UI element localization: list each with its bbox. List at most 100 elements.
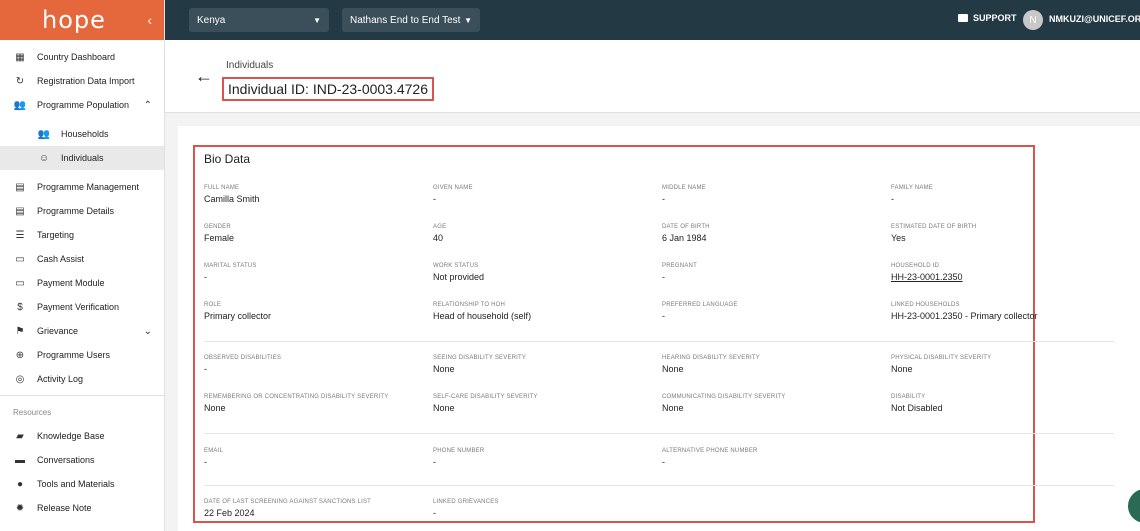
field-given-name: GIVEN NAME - xyxy=(433,185,653,204)
field-value: - xyxy=(204,457,207,467)
field-value: - xyxy=(204,272,207,282)
sidebar-item-registration-data-import[interactable]: ↻ Registration Data Import xyxy=(0,69,164,93)
back-arrow-icon[interactable]: ← xyxy=(195,66,213,87)
field-self-care-disability: SELF-CARE DISABILITY SEVERITY None xyxy=(433,394,653,413)
field-value: Camilla Smith xyxy=(204,194,260,204)
field-label: REMEMBERING OR CONCENTRATING DISABILITY … xyxy=(204,394,389,400)
sidebar-item-tools-and-materials[interactable]: ● Tools and Materials xyxy=(0,472,164,496)
individual-icon: ☺ xyxy=(38,152,50,164)
field-label: ESTIMATED DATE OF BIRTH xyxy=(891,224,977,230)
page-header: ← Individuals Individual ID: IND-23-0003… xyxy=(165,40,1140,113)
sidebar-item-programme-population[interactable]: 👥 Programme Population ⌃ xyxy=(0,93,164,117)
field-value: - xyxy=(662,311,665,321)
field-date-of-birth: DATE OF BIRTH 6 Jan 1984 xyxy=(662,224,882,243)
field-preferred-language: PREFERRED LANGUAGE - xyxy=(662,302,882,321)
info-icon: ● xyxy=(16,478,24,490)
sidebar-item-cash-assist[interactable]: ▭ Cash Assist xyxy=(0,247,164,271)
country-select[interactable]: Kenya ▼ xyxy=(189,8,329,32)
sidebar-item-conversations[interactable]: ▬ Conversations xyxy=(0,448,164,472)
field-label: SEEING DISABILITY SEVERITY xyxy=(433,355,527,361)
caret-down-icon: ▼ xyxy=(313,15,321,25)
field-value: Primary collector xyxy=(204,311,272,321)
logo-bar: hope ‹ xyxy=(0,0,164,40)
resources-heading: Resources xyxy=(13,407,52,417)
clipboard-icon: ▤ xyxy=(15,181,25,193)
sidebar-item-activity-log[interactable]: ◎ Activity Log xyxy=(0,367,164,391)
field-label: PHONE NUMBER xyxy=(433,448,485,454)
hope-logo[interactable]: hope xyxy=(42,6,106,34)
field-label: AGE xyxy=(433,224,447,230)
sidebar-item-targeting[interactable]: ☰ Targeting xyxy=(0,223,164,247)
field-label: OBSERVED DISABILITIES xyxy=(204,355,282,361)
field-value: None xyxy=(891,364,913,374)
sidebar-item-label: Households xyxy=(61,129,109,139)
sidebar-item-label: Payment Verification xyxy=(37,302,120,312)
field-value: 22 Feb 2024 xyxy=(204,508,255,518)
field-value: - xyxy=(662,457,665,467)
chevron-up-icon[interactable]: ⌃ xyxy=(144,100,152,111)
dashboard-icon: ▦ xyxy=(15,51,25,63)
people-icon: 👥 xyxy=(13,99,27,111)
sidebar-item-label: Cash Assist xyxy=(37,254,85,264)
field-work-status: WORK STATUS Not provided xyxy=(433,263,653,282)
household-id-link[interactable]: HH-23-0001.2350 xyxy=(891,272,1111,282)
card-icon: ▭ xyxy=(15,277,25,289)
breadcrumb[interactable]: Individuals xyxy=(226,60,273,71)
sidebar-item-households[interactable]: 👥 Households xyxy=(0,122,164,146)
refresh-icon: ↻ xyxy=(15,75,25,87)
field-label: DATE OF LAST SCREENING AGAINST SANCTIONS… xyxy=(204,499,372,505)
top-bar: Kenya ▼ Nathans End to End Test ▼ SUPPOR… xyxy=(165,0,1140,40)
field-label: ROLE xyxy=(204,302,222,308)
avatar[interactable]: N xyxy=(1023,10,1043,30)
sidebar-item-programme-details[interactable]: ▤ Programme Details xyxy=(0,199,164,223)
field-label: COMMUNICATING DISABILITY SEVERITY xyxy=(662,394,786,400)
sidebar-item-country-dashboard[interactable]: ▦ Country Dashboard xyxy=(0,45,164,69)
chat-icon xyxy=(958,14,968,22)
sidebar-item-payment-verification[interactable]: $ Payment Verification xyxy=(0,295,164,319)
sidebar-item-payment-module[interactable]: ▭ Payment Module xyxy=(0,271,164,295)
sidebar-item-label: Targeting xyxy=(37,230,75,240)
field-label: PREFERRED LANGUAGE xyxy=(662,302,738,308)
sidebar-item-programme-management[interactable]: ▤ Programme Management xyxy=(0,175,164,199)
list-icon: ☰ xyxy=(15,229,25,241)
field-alternative-phone: ALTERNATIVE PHONE NUMBER - xyxy=(662,448,882,467)
programme-select[interactable]: Nathans End to End Test ▼ xyxy=(342,8,480,32)
collapse-sidebar-icon[interactable]: ‹ xyxy=(147,12,152,28)
field-label: GENDER xyxy=(204,224,231,230)
support-button[interactable]: SUPPORT xyxy=(958,13,1017,23)
sidebar-item-label: Conversations xyxy=(37,455,95,465)
bio-data-section: Bio Data FULL NAME Camilla Smith GIVEN N… xyxy=(193,145,1114,523)
sidebar-item-knowledge-base[interactable]: ▰ Knowledge Base xyxy=(0,424,164,448)
chevron-down-icon[interactable]: ⌄ xyxy=(144,326,152,337)
field-linked-grievances: LINKED GRIEVANCES - xyxy=(433,499,653,518)
field-label: SELF-CARE DISABILITY SEVERITY xyxy=(433,394,538,400)
globe-icon: ⊕ xyxy=(15,349,25,361)
sidebar-item-grievance[interactable]: ⚑ Grievance ⌄ xyxy=(0,319,164,343)
sidebar-item-label: Programme Population xyxy=(37,100,130,110)
book-icon: ▰ xyxy=(16,430,24,442)
dollar-icon: $ xyxy=(17,301,23,313)
field-remembering-disability: REMEMBERING OR CONCENTRATING DISABILITY … xyxy=(204,394,424,413)
field-label: LINKED GRIEVANCES xyxy=(433,499,499,505)
field-observed-disabilities: OBSERVED DISABILITIES - xyxy=(204,355,424,374)
field-value: - xyxy=(662,194,665,204)
field-role: ROLE Primary collector xyxy=(204,302,424,321)
field-value: 40 xyxy=(433,233,444,243)
sidebar-item-label: Payment Module xyxy=(37,278,105,288)
field-label: DISABILITY xyxy=(891,394,926,400)
field-middle-name: MIDDLE NAME - xyxy=(662,185,882,204)
field-value: Female xyxy=(204,233,235,243)
field-family-name: FAMILY NAME - xyxy=(891,185,1111,204)
field-household-id: HOUSEHOLD ID HH-23-0001.2350 xyxy=(891,263,1111,282)
sidebar-item-programme-users[interactable]: ⊕ Programme Users xyxy=(0,343,164,367)
field-phone-number: PHONE NUMBER - xyxy=(433,448,653,467)
country-select-value: Kenya xyxy=(197,14,226,26)
sidebar-item-label: Release Note xyxy=(37,503,92,513)
sidebar-item-release-note[interactable]: ✹ Release Note xyxy=(0,496,164,520)
field-pregnant: PREGNANT - xyxy=(662,263,882,282)
user-email[interactable]: NMKUZI@UNICEF.ORG xyxy=(1049,14,1140,24)
clipboard-icon: ▤ xyxy=(15,205,25,217)
caret-down-icon: ▼ xyxy=(464,15,472,25)
sidebar-item-individuals[interactable]: ☺ Individuals xyxy=(0,146,164,170)
field-value: Yes xyxy=(891,233,906,243)
